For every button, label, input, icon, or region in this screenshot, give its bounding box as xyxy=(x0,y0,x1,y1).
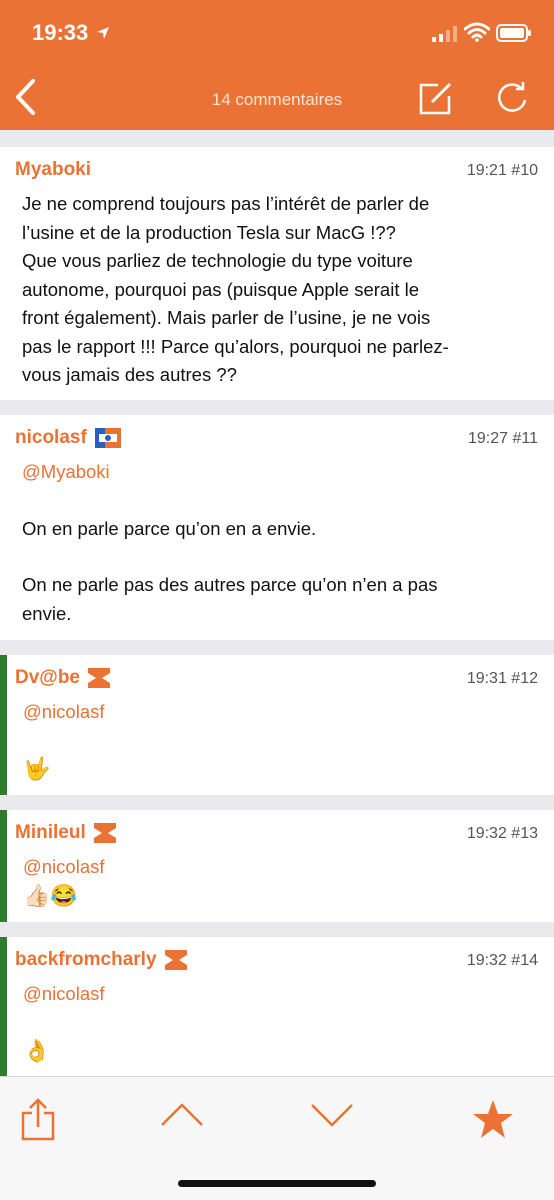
page-title: 14 commentaires xyxy=(211,90,343,109)
home-indicator[interactable] xyxy=(178,1180,376,1187)
comment-line: vous jamais des autres ?? xyxy=(22,364,237,385)
comment-item[interactable]: Myaboki 19:21 #10 Je ne comprend toujour… xyxy=(0,147,554,400)
comment-meta: 19:21 #10 xyxy=(466,162,538,179)
comment-meta: 19:32 #14 xyxy=(466,952,538,969)
comment-line: On en parle parce qu’on en a envie. xyxy=(22,517,317,539)
mention-link[interactable]: @Myaboki xyxy=(22,458,536,487)
comment-body: @nicolasf 👍🏻😂 xyxy=(23,853,536,910)
signal-icon xyxy=(432,26,457,42)
comment-author[interactable]: Dv@be xyxy=(15,667,80,689)
comment-emoji: 🤟 xyxy=(23,755,51,781)
mention-link[interactable]: @nicolasf xyxy=(23,853,536,882)
comment-meta: 19:27 #11 xyxy=(468,430,538,447)
battery-icon xyxy=(496,24,531,42)
comment-body: @nicolasf 🤟 xyxy=(23,698,536,783)
comment-item[interactable]: Dv@be 19:31 #12 @nicolasf 🤟 xyxy=(0,655,554,795)
comment-meta: 19:32 #13 xyxy=(466,825,538,842)
comment-author-row: backfromcharly xyxy=(15,949,187,971)
chevron-down-icon[interactable] xyxy=(310,1103,354,1127)
comment-item[interactable]: nicolasf 19:27 #11 @Myaboki On en parle … xyxy=(0,415,554,640)
chevron-up-icon[interactable] xyxy=(160,1103,204,1127)
comment-author-row: Dv@be xyxy=(15,667,110,689)
status-time: 19:33 xyxy=(32,20,89,45)
comment-meta: 19:31 #12 xyxy=(466,670,538,687)
comment-author[interactable]: nicolasf xyxy=(15,427,87,449)
location-arrow-icon xyxy=(97,27,109,39)
mention-link[interactable]: @nicolasf xyxy=(23,698,536,727)
member-badge-icon xyxy=(93,823,116,843)
refresh-icon[interactable] xyxy=(494,80,530,116)
comment-author[interactable]: Myaboki xyxy=(15,159,91,181)
star-icon[interactable] xyxy=(472,1099,514,1139)
member-badge-icon xyxy=(88,668,110,688)
comment-item[interactable]: Minileul 19:32 #13 @nicolasf 👍🏻😂 xyxy=(0,810,554,922)
comment-line: envie. xyxy=(22,602,72,624)
comment-body: Je ne comprend toujours pas l’intérêt de… xyxy=(22,190,536,390)
mention-link[interactable]: @nicolasf xyxy=(23,980,536,1009)
comment-author[interactable]: backfromcharly xyxy=(15,949,157,971)
comment-author[interactable]: Minileul xyxy=(15,822,86,844)
member-badge-icon xyxy=(164,950,187,970)
share-icon[interactable] xyxy=(20,1097,56,1141)
staff-badge-icon xyxy=(94,428,121,448)
comment-line: front également). Mais parler de l’usine… xyxy=(22,307,431,328)
comment-emoji: 👌 xyxy=(23,1037,51,1063)
nav-header: 19:33 14 commentaires xyxy=(0,0,554,130)
comment-line: autonome, pourquoi pas (puisque Apple se… xyxy=(22,278,419,300)
comment-line: On ne parle pas des autres parce qu’on n… xyxy=(22,574,438,595)
compose-icon[interactable] xyxy=(418,80,454,116)
comment-line: Je ne comprend toujours pas l’intérêt de… xyxy=(22,193,430,214)
comment-emoji: 👍🏻😂 xyxy=(23,882,78,908)
comment-line: pas le rapport !!! Parce qu’alors, pourq… xyxy=(22,335,449,357)
comment-author-row: Myaboki xyxy=(15,159,91,181)
comment-body: @Myaboki On en parle parce qu’on en a en… xyxy=(22,458,536,628)
comment-item[interactable]: backfromcharly 19:32 #14 @nicolasf 👌 xyxy=(0,937,554,1076)
comment-author-row: Minileul xyxy=(15,822,116,844)
comment-body: @nicolasf 👌 xyxy=(23,980,536,1065)
comment-line: l’usine et de la production Tesla sur Ma… xyxy=(22,221,396,243)
comment-line: Que vous parliez de technologie du type … xyxy=(22,250,413,271)
comments-feed[interactable]: Myaboki 19:21 #10 Je ne comprend toujour… xyxy=(0,130,554,1076)
wifi-icon xyxy=(464,22,490,42)
comment-author-row: nicolasf xyxy=(15,427,121,449)
